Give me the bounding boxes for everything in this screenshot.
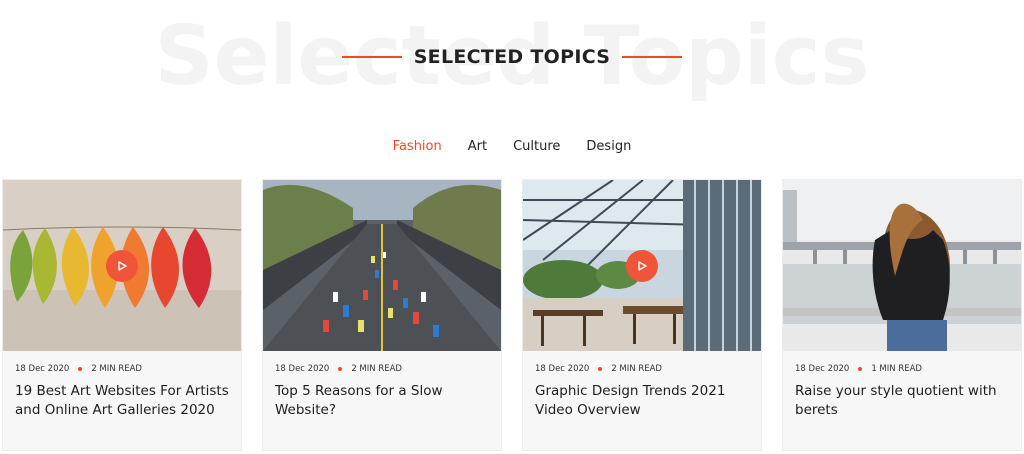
article-card[interactable]: 18 Dec 2020 2 MIN READ 19 Best Art Websi… xyxy=(2,179,242,451)
article-card[interactable]: 18 Dec 2020 2 MIN READ Top 5 Reasons for… xyxy=(262,179,502,451)
article-thumbnail[interactable] xyxy=(783,180,1021,351)
section-title: SELECTED TOPICS xyxy=(413,46,611,68)
meta-separator-dot xyxy=(858,367,863,371)
section-title-row: SELECTED TOPICS xyxy=(0,44,1024,70)
article-read-time: 1 MIN READ xyxy=(871,364,922,374)
article-thumbnail[interactable] xyxy=(3,180,241,351)
title-divider-left xyxy=(341,56,402,58)
tab-culture[interactable]: Culture xyxy=(513,136,560,158)
article-date: 18 Dec 2020 xyxy=(795,364,850,374)
meta-separator-dot xyxy=(78,367,83,371)
tab-fashion[interactable]: Fashion xyxy=(393,136,442,158)
article-meta: 18 Dec 2020 2 MIN READ xyxy=(275,364,402,374)
woman-by-river-image xyxy=(783,180,1021,351)
article-date: 18 Dec 2020 xyxy=(15,364,70,374)
title-divider-right xyxy=(622,56,683,58)
article-date: 18 Dec 2020 xyxy=(275,364,330,374)
article-read-time: 2 MIN READ xyxy=(91,364,142,374)
article-read-time: 2 MIN READ xyxy=(611,364,662,374)
article-card[interactable]: 18 Dec 2020 1 MIN READ Raise your style … xyxy=(782,179,1022,451)
article-meta: 18 Dec 2020 2 MIN READ xyxy=(15,364,142,374)
tab-art[interactable]: Art xyxy=(468,136,487,158)
play-icon xyxy=(638,260,647,271)
article-title[interactable]: 19 Best Art Websites For Artists and Onl… xyxy=(15,382,235,419)
article-read-time: 2 MIN READ xyxy=(351,364,402,374)
section-header: Selected Topics SELECTED TOPICS xyxy=(0,0,1024,120)
article-meta: 18 Dec 2020 2 MIN READ xyxy=(535,364,662,374)
play-icon xyxy=(118,260,127,271)
article-title[interactable]: Raise your style quotient with berets xyxy=(795,382,1015,419)
play-button[interactable] xyxy=(106,249,138,282)
article-date: 18 Dec 2020 xyxy=(535,364,590,374)
article-thumbnail[interactable] xyxy=(523,180,761,351)
article-cards: 18 Dec 2020 2 MIN READ 19 Best Art Websi… xyxy=(2,179,1024,454)
topic-tabs: Fashion Art Culture Design xyxy=(0,136,1024,158)
play-button[interactable] xyxy=(626,249,658,282)
article-title[interactable]: Top 5 Reasons for a Slow Website? xyxy=(275,382,495,419)
meta-separator-dot xyxy=(598,367,603,371)
article-meta: 18 Dec 2020 1 MIN READ xyxy=(795,364,922,374)
article-title[interactable]: Graphic Design Trends 2021 Video Overvie… xyxy=(535,382,755,419)
marathon-image xyxy=(263,180,501,351)
article-card[interactable]: 18 Dec 2020 2 MIN READ Graphic Design Tr… xyxy=(522,179,762,451)
article-thumbnail[interactable] xyxy=(263,180,501,351)
meta-separator-dot xyxy=(338,367,343,371)
tab-design[interactable]: Design xyxy=(586,136,631,158)
